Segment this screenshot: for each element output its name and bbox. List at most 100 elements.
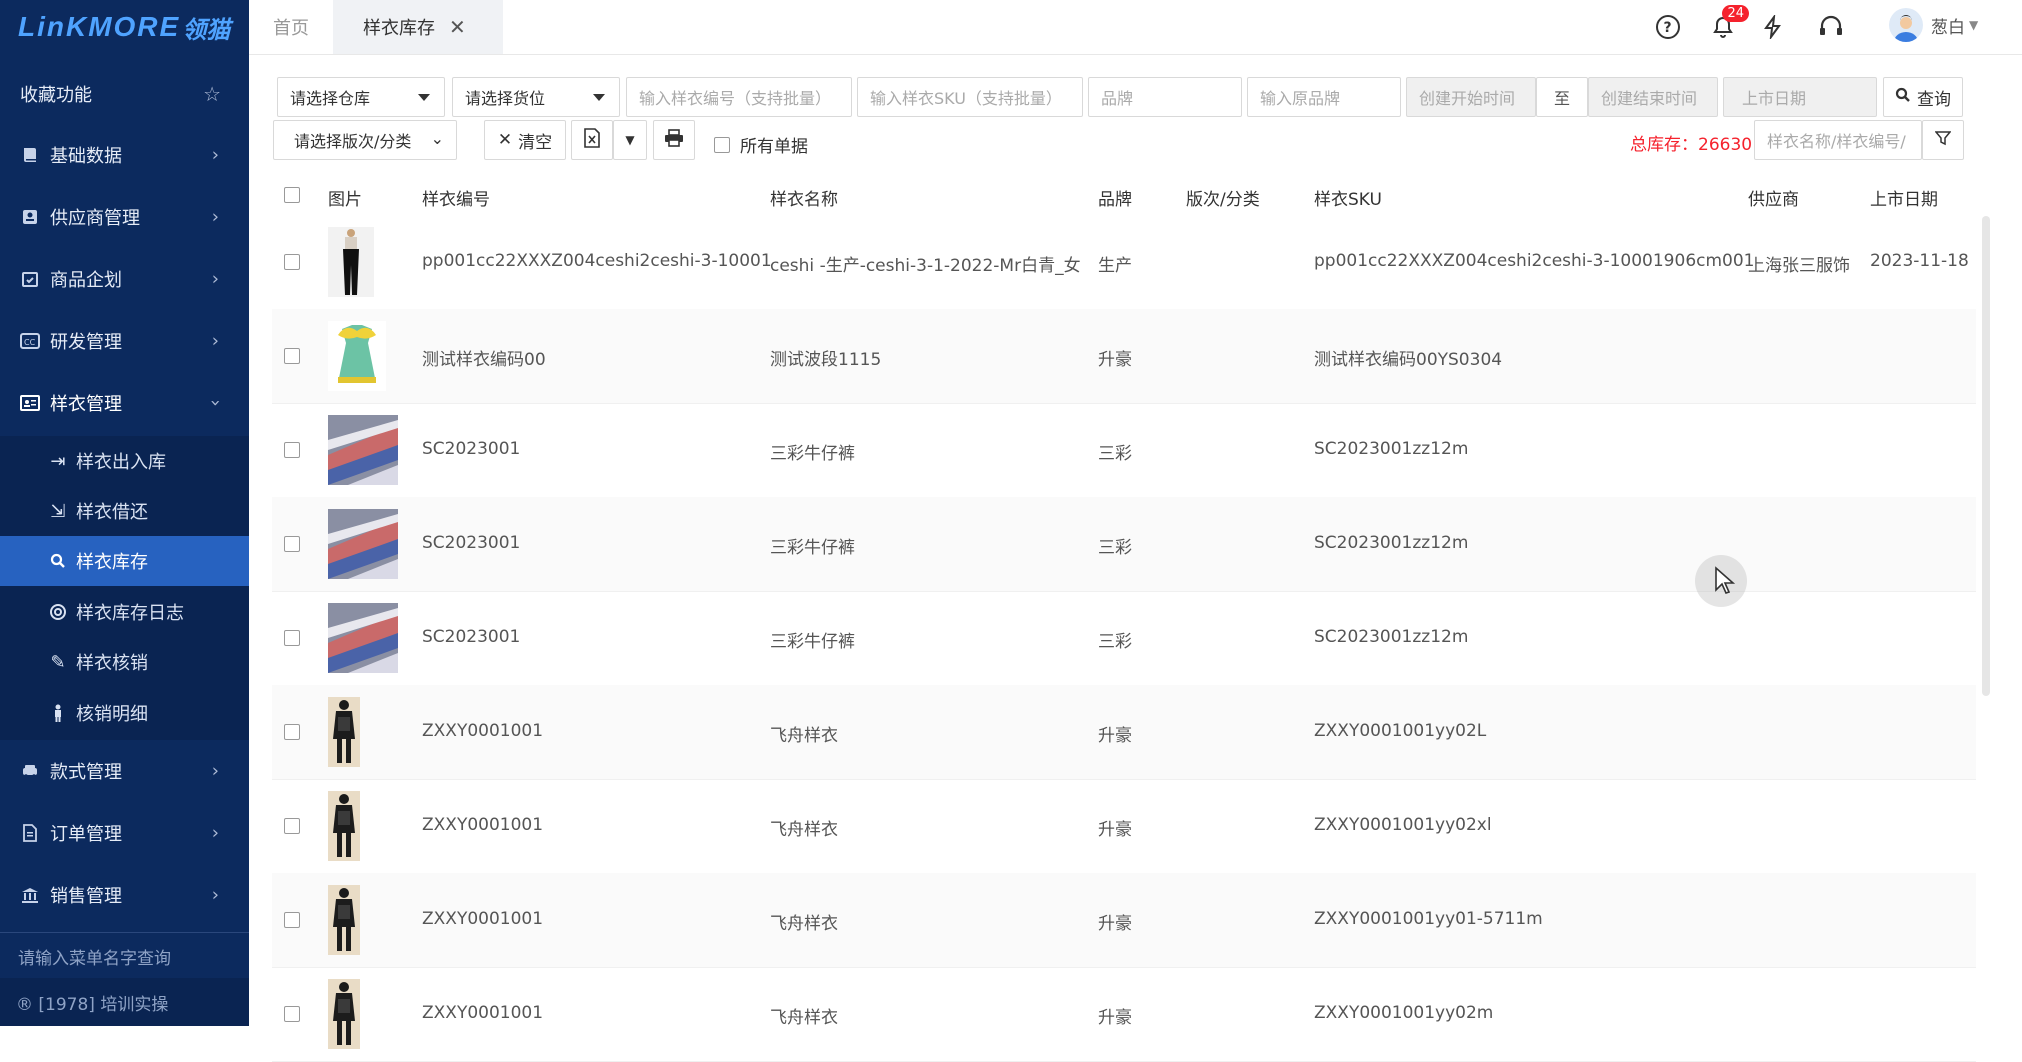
sidebar-item-rd[interactable]: CC 研发管理 › (0, 313, 249, 369)
print-icon (664, 128, 684, 152)
row-checkbox[interactable] (284, 912, 300, 928)
sidebar-item-style[interactable]: 款式管理 › (0, 743, 249, 799)
flash-icon[interactable] (1759, 13, 1787, 41)
table-row[interactable]: 测试样衣编码00 测试波段1115 升豪 测试样衣编码00YS0304 (272, 309, 1976, 404)
table-row[interactable]: ZXXY0001001 飞舟样衣 升豪 ZXXY0001001yy02xl (272, 779, 1976, 874)
checkbox[interactable] (714, 136, 730, 153)
cell-code: SC2023001 (422, 533, 521, 553)
row-checkbox[interactable] (284, 254, 300, 270)
table-row[interactable]: ZXXY0001001 飞舟样衣 升豪 ZXXY0001001yy01-5711… (272, 873, 1976, 968)
col-header-name[interactable]: 样衣名称 (770, 185, 838, 210)
cell-brand: 升豪 (1098, 820, 1132, 840)
col-header-sku[interactable]: 样衣SKU (1314, 185, 1382, 210)
print-button[interactable] (653, 120, 695, 160)
warehouse-select[interactable]: 请选择仓库 (277, 77, 445, 117)
sidebar-item-label: 款式管理 (50, 762, 122, 783)
favorites-label: 收藏功能 (20, 85, 92, 106)
chevron-right-icon: › (211, 268, 219, 290)
query-label: 查询 (1917, 89, 1951, 110)
document-icon (20, 823, 40, 843)
user-menu[interactable]: 葱白 ▼ (1889, 8, 1978, 42)
location-select[interactable]: 请选择货位 (452, 77, 620, 117)
table-header: 图片 样衣编号 样衣名称 品牌 版次/分类 样衣SKU 供应商 上市日期 (272, 175, 1976, 215)
select-all-checkbox[interactable] (284, 187, 300, 203)
sidebar-item-label: 销售管理 (50, 886, 122, 907)
cell-name: 飞舟样衣 (770, 820, 838, 840)
create-end-date[interactable]: 创建结束时间 (1588, 77, 1718, 117)
cell-brand: 升豪 (1098, 726, 1132, 746)
total-stock: 总库存：26630 (1630, 135, 1753, 155)
row-checkbox[interactable] (284, 724, 300, 740)
avatar (1889, 8, 1923, 42)
headset-icon[interactable] (1817, 13, 1845, 41)
row-checkbox[interactable] (284, 1006, 300, 1022)
row-checkbox[interactable] (284, 536, 300, 552)
sidebar-favorites[interactable]: 收藏功能 ☆ (0, 66, 249, 122)
sidebar-subitem-borrow[interactable]: ⇲ 样衣借还 (0, 486, 249, 536)
sku-input[interactable]: 输入样衣SKU（支持批量） (857, 77, 1083, 117)
sidebar-item-sales[interactable]: 销售管理 › (0, 867, 249, 923)
col-header-brand[interactable]: 品牌 (1098, 185, 1132, 210)
sidebar-subitem-inout[interactable]: ⇥ 样衣出入库 (0, 436, 249, 486)
sample-thumbnail[interactable] (328, 415, 398, 485)
sample-thumbnail[interactable] (328, 227, 374, 297)
sidebar-item-sample[interactable]: 样衣管理 › (0, 375, 249, 431)
original-brand-input[interactable]: 输入原品牌 (1247, 77, 1401, 117)
brand-input[interactable]: 品牌 (1088, 77, 1242, 117)
sample-thumbnail[interactable] (328, 979, 360, 1049)
sidebar-subitem-log[interactable]: 样衣库存日志 (0, 587, 249, 637)
chevron-down-icon: › (204, 399, 226, 407)
col-header-supplier[interactable]: 供应商 (1748, 185, 1799, 210)
row-checkbox[interactable] (284, 348, 300, 364)
sidebar-item-basic-data[interactable]: 基础数据 › (0, 127, 249, 183)
filter-button[interactable] (1922, 120, 1964, 160)
launch-date-input[interactable]: 上市日期 (1723, 77, 1877, 117)
table-row[interactable]: ZXXY0001001 飞舟样衣 升豪 ZXXY0001001yy02L (272, 685, 1976, 780)
version-category-select[interactable]: 请选择版次/分类 ⌄ (273, 120, 457, 160)
export-excel-button[interactable] (571, 120, 613, 160)
sidebar-subitem-detail[interactable]: 核销明细 (0, 688, 249, 738)
sidebar-item-order[interactable]: 订单管理 › (0, 805, 249, 861)
clear-button[interactable]: ✕ 清空 (484, 120, 566, 160)
query-button[interactable]: 查询 (1883, 77, 1963, 117)
sample-code-input[interactable]: 输入样衣编号（支持批量） (626, 77, 852, 117)
cell-brand: 生产 (1098, 256, 1132, 276)
cell-sku: ZXXY0001001yy02xl (1314, 815, 1492, 835)
row-checkbox[interactable] (284, 442, 300, 458)
cell-code: ZXXY0001001 (422, 721, 544, 741)
cell-code: ZXXY0001001 (422, 909, 544, 929)
row-checkbox[interactable] (284, 818, 300, 834)
bell-icon[interactable]: 24 (1709, 5, 1749, 41)
range-separator: 至 (1536, 77, 1588, 117)
sidebar-item-supplier[interactable]: 供应商管理 › (0, 189, 249, 245)
sample-thumbnail[interactable] (328, 885, 360, 955)
export-dropdown-button[interactable]: ▼ (613, 120, 647, 160)
bank-icon (20, 885, 40, 905)
location-select-value: 请选择货位 (465, 89, 546, 108)
star-icon[interactable]: ☆ (203, 82, 221, 106)
table-row[interactable]: ZXXY0001001 飞舟样衣 升豪 ZXXY0001001yy02m (272, 967, 1976, 1062)
close-icon[interactable]: ✕ (449, 15, 466, 39)
sidebar-item-planning[interactable]: 商品企划 › (0, 251, 249, 307)
col-header-code[interactable]: 样衣编号 (422, 185, 490, 210)
col-header-launch-date[interactable]: 上市日期 (1870, 185, 1938, 210)
table-scrollbar[interactable] (1982, 216, 1990, 696)
sidebar-subitem-stock[interactable]: 样衣库存 (0, 536, 249, 586)
create-start-date[interactable]: 创建开始时间 (1406, 77, 1536, 117)
sample-thumbnail[interactable] (328, 321, 386, 391)
sidebar-subitem-writeoff[interactable]: ✎ 样衣核销 (0, 637, 249, 687)
keyword-search-input[interactable]: 样衣名称/样衣编号/ (1754, 120, 1922, 160)
menu-search-input[interactable]: 请输入菜单名字查询 (18, 944, 171, 969)
table-row[interactable]: pp001cc22XXXZ004ceshi2ceshi-3-10001 cesh… (272, 215, 1976, 310)
sample-thumbnail[interactable] (328, 697, 360, 767)
table-row[interactable]: SC2023001 三彩牛仔裤 三彩 SC2023001zz12m (272, 403, 1976, 498)
tab-sample-stock[interactable]: 样衣库存 ✕ (333, 0, 503, 54)
all-docs-checkbox[interactable]: 所有单据 (714, 132, 808, 157)
sample-thumbnail[interactable] (328, 603, 398, 673)
help-icon[interactable]: ? (1654, 13, 1682, 41)
tab-home[interactable]: 首页 (273, 0, 309, 54)
sample-thumbnail[interactable] (328, 791, 360, 861)
row-checkbox[interactable] (284, 630, 300, 646)
sample-thumbnail[interactable] (328, 509, 398, 579)
col-header-version[interactable]: 版次/分类 (1186, 185, 1260, 210)
